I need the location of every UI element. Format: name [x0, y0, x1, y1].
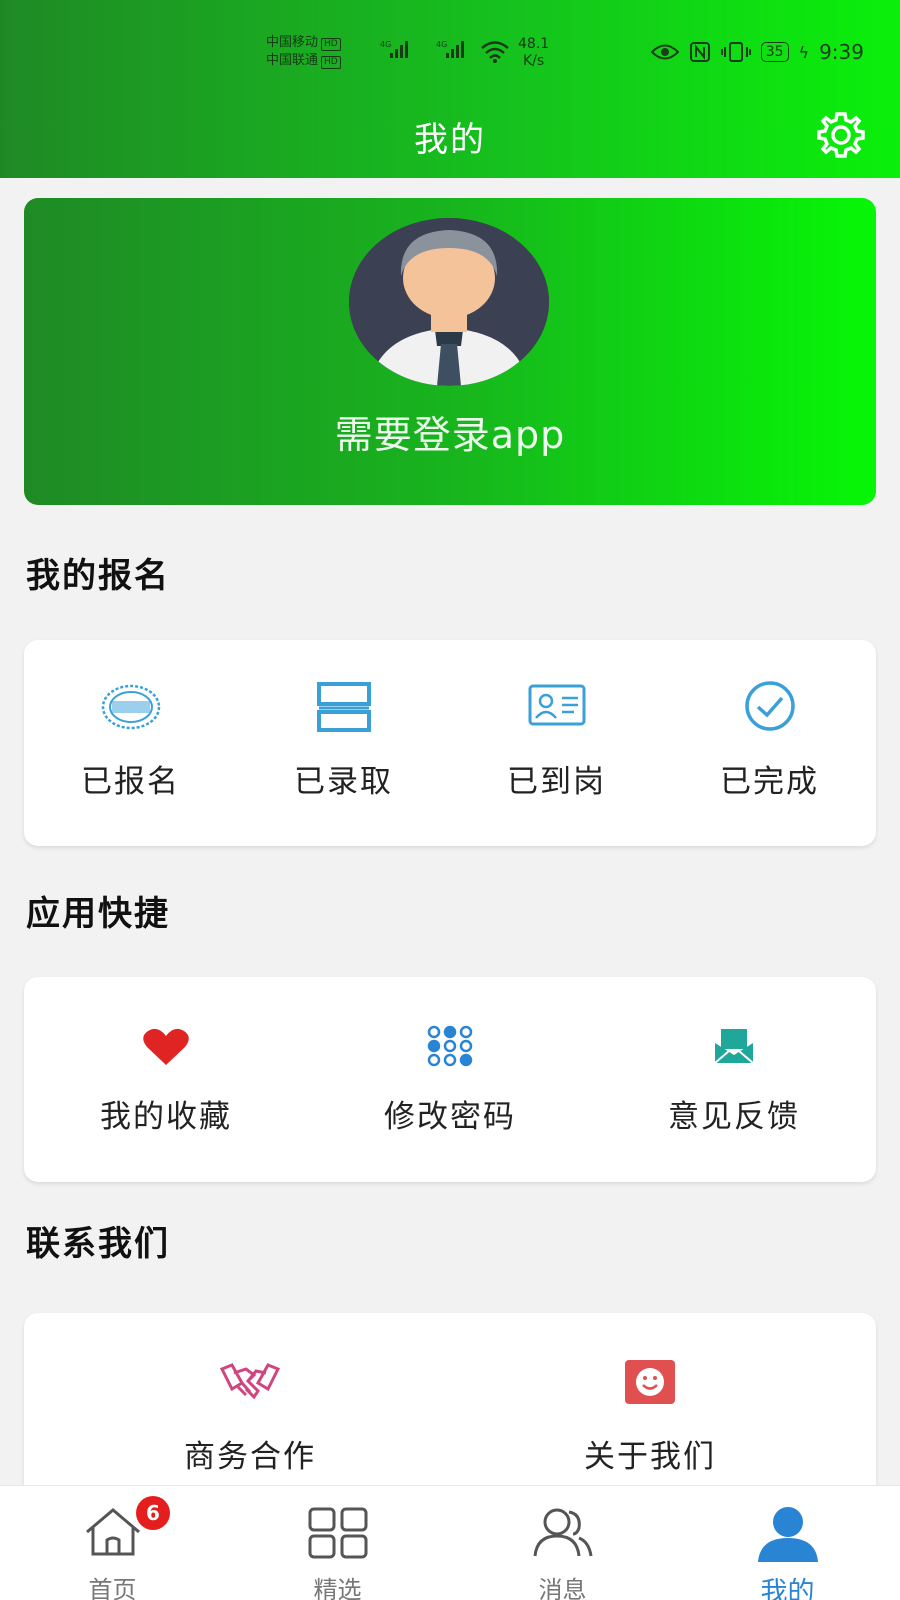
mail-icon: [714, 1029, 754, 1064]
clock: 9:39: [819, 40, 864, 64]
label-admitted: 已录取: [294, 764, 393, 800]
section-title-shortcuts: 应用快捷: [26, 894, 170, 934]
bottom-tab-bar: 6 首页 精选 消息 我的: [0, 1485, 900, 1600]
item-favorites[interactable]: 我的收藏: [24, 977, 308, 1182]
list-icon: [316, 682, 371, 732]
item-on-duty[interactable]: 已到岗: [450, 640, 663, 846]
login-prompt[interactable]: 需要登录app: [24, 404, 876, 459]
tab-label-messages: 消息: [538, 1576, 587, 1600]
status-bar: 中国移动 HD 中国联通 HD 4G 4G 48.1 K/s 35 ϟ 9:39: [0, 30, 900, 74]
status-right: 35 ϟ 9:39: [650, 40, 864, 64]
signup-card: 已报名 已录取 已到岗 已完成: [24, 640, 876, 846]
speed-unit: K/s: [522, 53, 545, 69]
handshake-icon: [220, 1363, 280, 1400]
tab-featured[interactable]: 精选: [225, 1486, 450, 1600]
profile-card[interactable]: 需要登录app: [24, 198, 876, 505]
label-feedback: 意见反馈: [668, 1099, 800, 1135]
label-completed: 已完成: [720, 764, 819, 800]
item-change-password[interactable]: 修改密码: [308, 977, 592, 1182]
vibrate-icon: [720, 42, 751, 62]
avatar-person-icon: [349, 218, 549, 386]
section-title-contact: 联系我们: [26, 1224, 170, 1264]
check-circle-icon: [744, 681, 795, 731]
item-signed-up[interactable]: 已报名: [24, 640, 237, 846]
network-speed: 48.1 K/s: [518, 36, 549, 70]
signal-icon-1: 4G: [380, 40, 408, 62]
top-header: 中国移动HD 中国联通HD 4G 4G 48.1 K/s 35 ϟ 9:39: [0, 0, 900, 178]
avatar[interactable]: [349, 218, 549, 386]
tab-messages[interactable]: 消息: [450, 1486, 675, 1600]
contact-card: 商务合作 关于我们: [24, 1313, 876, 1513]
label-business: 商务合作: [184, 1439, 316, 1475]
hd-badge-2: HD: [321, 56, 341, 69]
battery-level: 35: [765, 44, 784, 60]
item-completed[interactable]: 已完成: [663, 640, 876, 846]
label-signed-up: 已报名: [81, 764, 180, 800]
keypad-icon: [427, 1025, 473, 1067]
label-on-duty: 已到岗: [507, 764, 606, 800]
item-business[interactable]: 商务合作: [24, 1313, 476, 1485]
carrier-1: 中国移动: [266, 35, 319, 50]
shortcuts-card: 我的收藏 修改密码 意见反馈: [24, 977, 876, 1182]
item-about[interactable]: 关于我们: [424, 1313, 876, 1485]
users-icon: [533, 1508, 592, 1557]
tab-label-mine: 我的: [760, 1577, 815, 1600]
section-title-signup: 我的报名: [26, 556, 170, 596]
label-about: 关于我们: [584, 1439, 716, 1475]
label-change-password: 修改密码: [384, 1099, 516, 1135]
page-title: 我的: [414, 120, 486, 160]
wifi-icon: [481, 41, 509, 63]
item-admitted[interactable]: 已录取: [237, 640, 450, 846]
heart-icon: [143, 1028, 189, 1065]
charging-icon: ϟ: [798, 42, 810, 62]
carrier-info: 中国移动 HD 中国联通 HD: [266, 34, 341, 70]
smile-icon: [625, 1360, 675, 1404]
hd-badge-1: HD: [321, 38, 341, 51]
signal-icon-2: 4G: [436, 40, 464, 62]
nfc-icon: [689, 42, 710, 62]
notification-badge: 6: [136, 1496, 170, 1530]
carrier-2: 中国联通: [266, 53, 319, 68]
label-favorites: 我的收藏: [100, 1099, 232, 1135]
tab-home[interactable]: 6 首页: [0, 1486, 225, 1600]
id-card-icon: [528, 684, 585, 726]
item-feedback[interactable]: 意见反馈: [592, 977, 876, 1182]
tab-label-featured: 精选: [313, 1576, 362, 1600]
tab-mine[interactable]: 我的: [675, 1486, 900, 1600]
user-icon: [757, 1507, 818, 1562]
stamp-icon: [101, 684, 160, 730]
home-icon: [85, 1508, 140, 1556]
settings-gear-icon[interactable]: [816, 110, 866, 160]
speed-value: 48.1: [518, 36, 550, 52]
battery-icon: 35: [760, 42, 789, 62]
grid-icon: [308, 1507, 367, 1559]
eye-icon: [650, 44, 679, 60]
network-type-2: 4G: [436, 40, 448, 49]
network-type-1: 4G: [380, 40, 392, 49]
tab-label-home: 首页: [88, 1576, 137, 1600]
